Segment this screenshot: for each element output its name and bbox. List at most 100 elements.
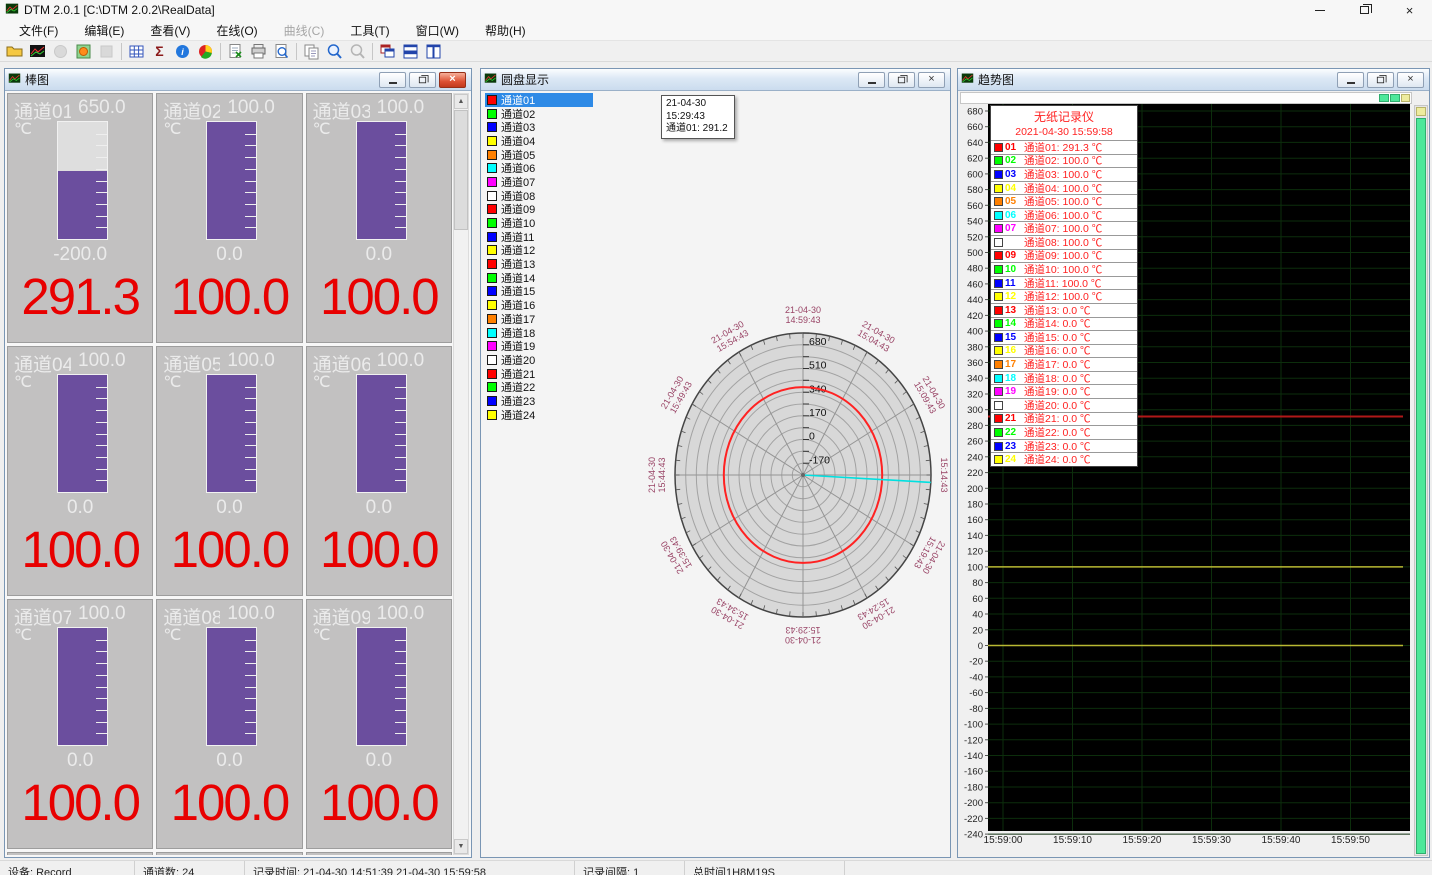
channel-color-swatch <box>487 410 497 420</box>
legend-color-swatch <box>994 374 1003 383</box>
bar-scrollbar-thumb[interactable] <box>454 110 468 230</box>
export-excel-icon[interactable] <box>224 41 247 62</box>
channel-color-swatch <box>487 136 497 146</box>
gauge-tick <box>245 134 256 135</box>
trend-minimize-button[interactable] <box>1337 72 1364 88</box>
menu-online[interactable]: 在线(O) <box>203 20 270 41</box>
channel-list-item-24[interactable]: 通道24 <box>485 408 593 422</box>
legend-channel-value: 通道18: 0.0 ℃ <box>1024 371 1091 385</box>
gauge-unit: ℃ <box>14 372 32 392</box>
legend-row-06: 06通道06: 100.0 ℃ <box>991 208 1137 222</box>
menu-window[interactable]: 窗口(W) <box>403 20 472 41</box>
scroll-up-icon[interactable]: ▲ <box>454 94 468 109</box>
menu-file[interactable]: 文件(F) <box>6 20 71 41</box>
cascade-windows-icon[interactable] <box>376 41 399 62</box>
bar-minimize-button[interactable] <box>379 72 406 88</box>
zoom-in-icon[interactable] <box>323 41 346 62</box>
trend-ylabel: -140 <box>964 751 983 762</box>
bar-window-scrollbar[interactable]: ▲ ▼ <box>453 93 469 855</box>
trend-ylabel: 520 <box>967 232 983 243</box>
trend-hscroll-thumb2[interactable] <box>1390 94 1400 102</box>
record-icon[interactable] <box>72 41 95 62</box>
trend-vscroll-button[interactable] <box>1416 107 1426 116</box>
print-icon[interactable] <box>247 41 270 62</box>
gauge-current-value: 100.0 <box>307 267 451 326</box>
scroll-down-icon[interactable]: ▼ <box>454 839 468 854</box>
legend-color-swatch <box>994 211 1003 220</box>
trend-hscroll-button[interactable] <box>1401 94 1410 102</box>
tile-vertical-icon[interactable] <box>422 41 445 62</box>
legend-channel-number: 11 <box>1005 278 1024 289</box>
trend-ylabel: 60 <box>972 594 983 605</box>
trend-horizontal-scrollbar[interactable] <box>960 92 1412 104</box>
bar-close-button[interactable]: × <box>439 72 466 88</box>
gauge-max-value: 100.0 <box>78 603 126 630</box>
disc-close-button[interactable]: × <box>918 72 945 88</box>
menu-edit[interactable]: 编辑(E) <box>71 20 137 41</box>
disc-window-titlebar[interactable]: 圆盘显示 × <box>481 69 950 91</box>
channel-color-swatch <box>487 300 497 310</box>
trend-ylabel: 100 <box>967 562 983 573</box>
trend-vscroll-thumb[interactable] <box>1416 118 1426 854</box>
menu-view[interactable]: 查看(V) <box>137 20 203 41</box>
trend-vertical-scrollbar[interactable] <box>1414 105 1428 856</box>
bar-restore-button[interactable] <box>409 72 436 88</box>
legend-channel-number: 14 <box>1005 318 1024 329</box>
gauge-tick <box>395 640 406 641</box>
legend-channel-number: 16 <box>1005 345 1024 356</box>
channel-color-swatch <box>487 109 497 119</box>
legend-row-08: 08通道08: 100.0 ℃ <box>991 235 1137 249</box>
legend-row-04: 04通道04: 100.0 ℃ <box>991 181 1137 195</box>
disc-minimize-button[interactable] <box>858 72 885 88</box>
trend-hscroll-thumb[interactable] <box>1379 94 1389 102</box>
app-window: DTM 2.0.1 [C:\DTM 2.0.2\RealData] × 文件(F… <box>0 0 1432 875</box>
gauge-current-value: 100.0 <box>8 773 152 832</box>
copy-icon[interactable] <box>300 41 323 62</box>
tile-horizontal-icon[interactable] <box>399 41 422 62</box>
channel-color-swatch <box>487 218 497 228</box>
bar-window-titlebar[interactable]: 棒图 × <box>5 69 471 91</box>
data-table-icon[interactable] <box>125 41 148 62</box>
app-restore-button[interactable] <box>1342 0 1387 20</box>
gauge-bar-track <box>356 627 407 746</box>
trend-ylabel: 600 <box>967 169 983 180</box>
status-total-time: 总时间1H8M19S <box>685 861 845 875</box>
gauge-max-value: 100.0 <box>227 350 275 377</box>
app-minimize-button[interactable] <box>1297 0 1342 20</box>
info-icon[interactable]: i <box>171 41 194 62</box>
statistics-icon[interactable]: Σ <box>148 41 171 62</box>
trend-restore-button[interactable] <box>1367 72 1394 88</box>
gauge-tick <box>96 398 107 399</box>
svg-text:15:44:43: 15:44:43 <box>657 457 667 492</box>
legend-color-swatch <box>994 279 1003 288</box>
app-titlebar: DTM 2.0.1 [C:\DTM 2.0.2\RealData] × <box>0 0 1432 20</box>
gauge-tick <box>395 733 406 734</box>
disc-restore-button[interactable] <box>888 72 915 88</box>
trend-close-button[interactable]: × <box>1397 72 1424 88</box>
bar-window-title: 棒图 <box>25 71 49 88</box>
gauge-tick <box>245 387 256 388</box>
legend-channel-number: 22 <box>1005 427 1024 438</box>
app-close-button[interactable]: × <box>1387 0 1432 20</box>
menu-tools[interactable]: 工具(T) <box>337 20 402 41</box>
menu-help[interactable]: 帮助(H) <box>472 20 539 41</box>
legend-channel-value: 通道07: 100.0 ℃ <box>1024 221 1102 235</box>
channel-color-swatch <box>487 204 497 214</box>
pie-chart-icon[interactable] <box>194 41 217 62</box>
legend-channel-number: 18 <box>1005 373 1024 384</box>
gauge-bar-track <box>356 121 407 240</box>
trend-ylabel: 380 <box>967 342 983 353</box>
channel-color-swatch <box>487 232 497 242</box>
legend-color-swatch <box>994 442 1003 451</box>
open-file-icon[interactable] <box>3 41 26 62</box>
trend-ylabel: -80 <box>969 704 983 715</box>
gauge-tick <box>96 663 107 664</box>
realtime-curve-icon[interactable] <box>26 41 49 62</box>
trend-window-titlebar[interactable]: 趋势图 × <box>958 69 1429 91</box>
polar-r-label: 510 <box>809 360 827 372</box>
status-device: 设备: Record <box>0 861 135 875</box>
polar-rim-tick <box>790 611 791 616</box>
gauge-tick <box>245 457 256 458</box>
print-preview-icon[interactable] <box>270 41 293 62</box>
gauge-tick <box>96 651 107 652</box>
